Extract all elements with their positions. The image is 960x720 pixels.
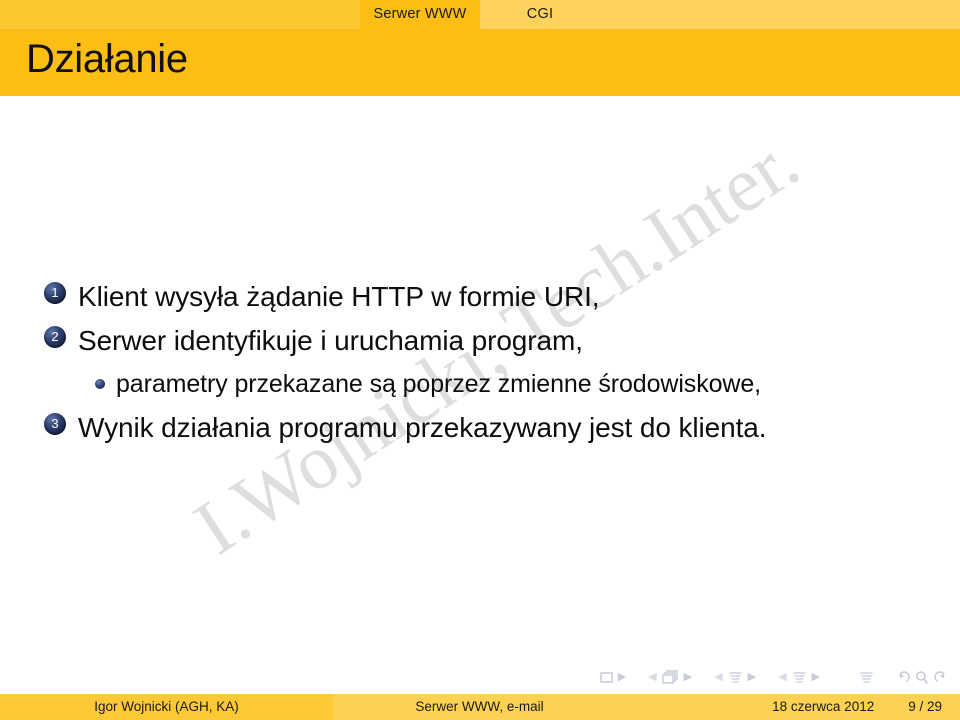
sub-list-item: parametry przekazane są poprzez zmienne … bbox=[95, 364, 934, 404]
next-section-icon[interactable]: ▶ bbox=[812, 668, 820, 686]
footer-author: Igor Wojnicki (AGH, KA) bbox=[0, 694, 333, 720]
list-item: 3 Wynik działania programu przekazywany … bbox=[44, 407, 934, 448]
bullet-dot-icon bbox=[95, 379, 105, 389]
enum-badge-3: 3 bbox=[44, 413, 66, 435]
nav-section-cgi[interactable]: CGI bbox=[480, 0, 600, 29]
nav-spacer-left bbox=[0, 0, 360, 29]
slide-body: 1 Klient wysyła żądanie HTTP w formie UR… bbox=[0, 96, 960, 666]
nav-spacer-right bbox=[600, 0, 960, 29]
list-item-text: Serwer identyfikuje i uruchamia program, bbox=[78, 325, 583, 356]
prev-subsection-icon[interactable]: ◀ bbox=[714, 668, 722, 686]
navigation-bar: Serwer WWW CGI bbox=[0, 0, 960, 29]
nav-section-serwer-www[interactable]: Serwer WWW bbox=[360, 0, 480, 29]
slide-footer: Igor Wojnicki (AGH, KA) Serwer WWW, e-ma… bbox=[0, 694, 960, 720]
prev-frame-icon[interactable]: ◀ bbox=[648, 668, 656, 686]
next-frame-icon[interactable]: ▶ bbox=[684, 668, 692, 686]
presentation-icon[interactable] bbox=[859, 668, 874, 686]
next-slide-icon[interactable]: ▶ bbox=[618, 668, 626, 686]
footer-page-number: 9 / 29 bbox=[908, 699, 942, 714]
next-subsection-icon[interactable]: ▶ bbox=[748, 668, 756, 686]
beamer-navigation-symbols: ▶ ◀ ▶ ◀ ▶ ◀ ▶ bbox=[600, 666, 948, 688]
enumerated-list: 1 Klient wysyła żądanie HTTP w formie UR… bbox=[44, 276, 934, 451]
enum-badge-2: 2 bbox=[44, 326, 66, 348]
frames-icon[interactable] bbox=[662, 668, 679, 686]
search-icon[interactable] bbox=[915, 668, 929, 686]
title-band: Działanie bbox=[0, 29, 960, 96]
footer-date: 18 czerwca 2012 bbox=[772, 699, 875, 714]
presentation-slide: Serwer WWW CGI Działanie I.Wojnicki, Tec… bbox=[0, 0, 960, 720]
forward-arrow-icon[interactable] bbox=[934, 668, 948, 686]
list-item: 1 Klient wysyła żądanie HTTP w formie UR… bbox=[44, 276, 934, 317]
subsection-icon[interactable] bbox=[728, 668, 743, 686]
list-item: 2 Serwer identyfikuje i uruchamia progra… bbox=[44, 320, 934, 361]
section-icon[interactable] bbox=[792, 668, 807, 686]
footer-right-group: 18 czerwca 2012 9 / 29 bbox=[626, 694, 960, 720]
footer-subject: Serwer WWW, e-mail bbox=[333, 694, 626, 720]
enum-badge-1: 1 bbox=[44, 282, 66, 304]
list-item-text: Wynik działania programu przekazywany je… bbox=[78, 412, 767, 443]
back-arrow-icon[interactable] bbox=[896, 668, 910, 686]
prev-section-icon[interactable]: ◀ bbox=[778, 668, 786, 686]
slide-icon[interactable] bbox=[600, 668, 613, 686]
page-title: Działanie bbox=[26, 37, 188, 81]
sub-list-item-text: parametry przekazane są poprzez zmienne … bbox=[116, 370, 762, 398]
list-item-text: Klient wysyła żądanie HTTP w formie URI, bbox=[78, 281, 600, 312]
